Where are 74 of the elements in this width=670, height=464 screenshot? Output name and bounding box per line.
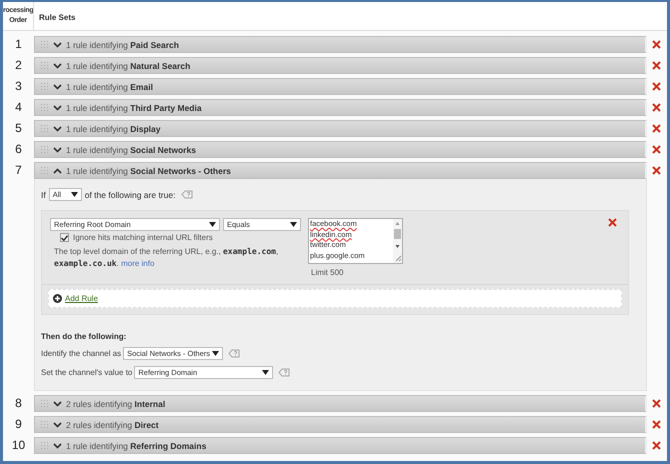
order-number: 1 [14,36,23,53]
add-rule-link[interactable]: Add Rule [53,294,98,303]
caret-icon [70,192,78,197]
order-number: 8 [14,395,23,412]
rule-set-title: 1 rule identifying Display [66,124,161,134]
column-header: Rule Sets [38,12,76,24]
rule-set-title: 1 rule identifying Social Networks [66,144,196,154]
order-number: 3 [14,78,23,95]
chevron-up-icon [53,168,62,174]
caret-icon [262,370,270,375]
chevron-down-icon [53,422,62,428]
rule-set-header[interactable]: 1 rule identifying Social Networks - Others [34,162,647,179]
plus-circle-icon [53,294,62,303]
chevron-down-icon [53,84,62,90]
rule-set-title: 1 rule identifying Third Party Media [66,102,202,112]
delete-icon[interactable] [652,166,661,175]
condition-label: of the following are true: [84,190,176,200]
rule-set-title: 1 rule identifying Paid Search [66,40,179,50]
condition-label: If [41,190,46,200]
caret-icon [290,222,297,227]
delete-icon[interactable] [652,61,661,70]
chevron-down-icon [53,400,62,406]
rule-set-title: 2 rules identifying Internal [66,398,166,408]
delete-icon[interactable] [652,399,661,408]
rule-description: The top level domain of the referring URL, e.g., example.com, example.co.uk. more info [54,246,280,270]
delete-icon[interactable] [652,40,661,49]
order-number: 2 [14,57,23,74]
caret-icon [212,351,220,356]
checkmark-icon [61,234,68,240]
order-number: 7 [14,162,23,179]
rule-set-title: 2 rules identifying Direct [66,420,159,430]
actions-heading: Then do the following: [41,332,128,341]
rule-set-header[interactable]: 1 rule identifying Email [34,78,647,95]
rule-set-header[interactable]: 1 rule identifying Natural Search [34,57,647,74]
help-icon [278,368,290,377]
order-number: 5 [14,120,23,137]
field-label: Set the channel's value to [41,368,132,377]
rule-set-header[interactable]: 1 rule identifying Paid Search [34,36,647,53]
rule-set-header[interactable]: 1 rule identifying Display [34,120,647,137]
order-number: 4 [14,99,23,116]
rule-set-title: 1 rule identifying Email [66,82,153,92]
rule-set-header[interactable]: 2 rules identifying Internal [34,395,647,412]
caret-icon [209,222,216,227]
help-icon [181,190,194,199]
field-label: Identify the channel as [41,349,122,358]
checkbox[interactable] [60,233,69,242]
delete-icon[interactable] [652,145,661,154]
delete-icon[interactable] [652,124,661,133]
more-info-link[interactable]: more info [121,259,154,268]
help-icon [228,349,240,358]
delete-icon[interactable] [652,82,661,91]
rule-set-title: 1 rule identifying Social Networks - Others [66,166,231,176]
order-number: 9 [14,416,23,433]
delete-icon[interactable] [652,420,661,429]
chevron-down-icon [53,42,62,48]
rule-set-header[interactable]: 2 rules identifying Direct [34,416,647,433]
rule-set-title: 1 rule identifying Natural Search [66,60,190,70]
limit-label: Limit 500 [311,268,344,277]
delete-icon[interactable] [652,103,661,112]
chevron-down-icon [53,126,62,132]
rule-set-header[interactable]: 1 rule identifying Third Party Media [34,99,647,116]
delete-icon[interactable] [652,441,661,450]
order-number: 6 [14,141,23,158]
delete-rule-icon[interactable] [608,218,617,227]
chevron-down-icon [53,442,62,448]
rule-set-header[interactable]: 1 rule identifying Referring Domains [34,437,647,454]
scrollbar-icon [393,219,402,263]
chevron-down-icon [53,62,62,68]
rule-set-title: 1 rule identifying Referring Domains [66,440,206,450]
chevron-down-icon [53,146,62,152]
checkbox-label: Ignore hits matching internal URL filters [73,233,213,242]
chevron-down-icon [53,104,62,110]
rule-set-header[interactable]: 1 rule identifying Social Networks [34,141,647,158]
order-number: 10 [10,437,26,454]
